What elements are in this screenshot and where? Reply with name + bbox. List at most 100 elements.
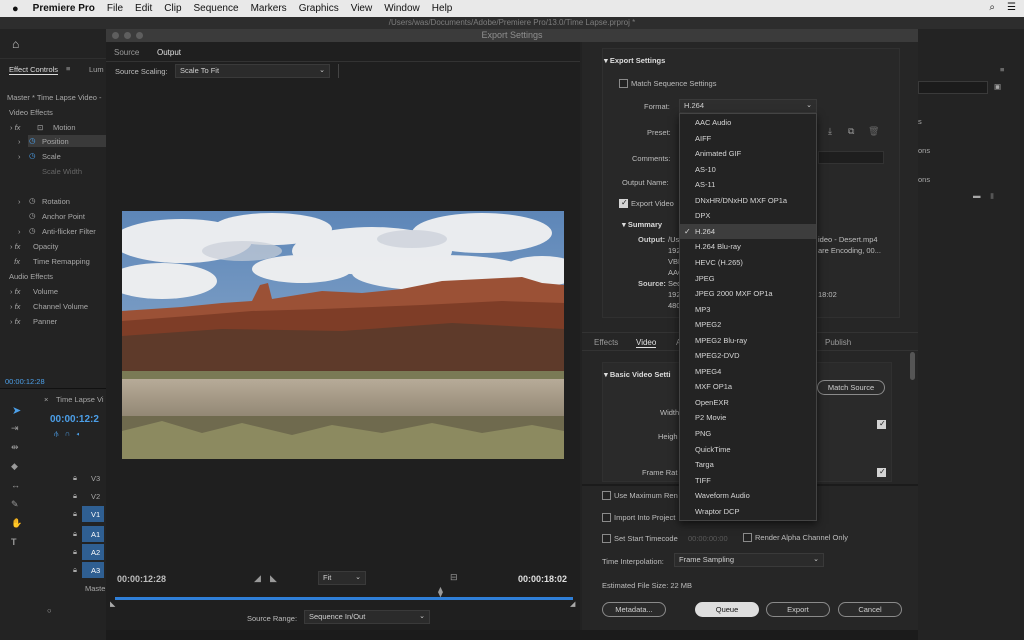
snap-icon[interactable]: ⫛ ∩ ◂ [54, 429, 79, 439]
export-video-checkbox[interactable] [619, 198, 628, 208]
menu-help[interactable]: Help [432, 3, 453, 14]
track-v1[interactable]: V1 [91, 510, 100, 519]
summary-header[interactable]: ▾ Summary [622, 220, 662, 229]
comments-field[interactable] [818, 151, 884, 164]
menu-edit[interactable]: Edit [135, 3, 152, 14]
current-timecode[interactable]: 00:00:12:28 [117, 574, 166, 584]
track-v3[interactable]: V3 [91, 474, 100, 483]
timeline-timecode[interactable]: 00:00:12:2 [50, 414, 99, 425]
format-option[interactable]: Wraptor DCP [680, 504, 816, 520]
scrollbar-thumb[interactable] [910, 352, 915, 380]
zoom-handle-icon[interactable]: ○ [47, 606, 52, 615]
fit-dropdown[interactable]: Fit ⌄ [318, 571, 366, 585]
format-option[interactable]: MPEG4 [680, 364, 816, 380]
format-option[interactable]: MP3 [680, 302, 816, 318]
render-alpha-checkbox[interactable] [743, 533, 752, 542]
format-option[interactable]: MXF OP1a [680, 379, 816, 395]
export-settings-header[interactable]: ▾ Export Settings [604, 56, 665, 65]
list-icon[interactable]: ☰ [1007, 2, 1016, 13]
use-max-render-checkbox[interactable] [602, 491, 611, 500]
export-button[interactable]: Export [766, 602, 830, 617]
panel-menu-icon[interactable]: ≡ [1000, 65, 1004, 74]
cancel-button[interactable]: Cancel [838, 602, 902, 617]
match-source-button[interactable]: Match Source [817, 380, 885, 395]
new-bin-icon[interactable]: ▣ [994, 82, 1001, 91]
format-option[interactable]: JPEG [680, 271, 816, 287]
pen-icon[interactable]: ✎ [11, 499, 19, 510]
track-v2[interactable]: V2 [91, 492, 100, 501]
format-option[interactable]: AIFF [680, 131, 816, 147]
effect-timecode[interactable]: 00:00:12:28 [5, 377, 45, 386]
minimize-window-icon[interactable] [124, 32, 131, 39]
lock-icon[interactable]: 🔒︎ [73, 547, 77, 557]
track-select-icon[interactable]: ⇥ [11, 423, 19, 434]
razor-icon[interactable]: ◆ [11, 461, 18, 472]
track-a3[interactable]: A3 [91, 566, 100, 575]
app-menu[interactable]: Premiere Pro [33, 3, 95, 14]
stopwatch-icon[interactable]: ◷ [29, 151, 36, 160]
expand-chevron-icon[interactable]: › [18, 197, 21, 206]
lock-icon[interactable]: 🔒︎ [73, 491, 77, 501]
close-window-icon[interactable] [112, 32, 119, 39]
format-option[interactable]: TIFF [680, 473, 816, 489]
format-option[interactable]: MPEG2 [680, 317, 816, 333]
tab-effects[interactable]: Effects [594, 338, 618, 347]
menu-view[interactable]: View [351, 3, 373, 14]
search-field[interactable] [918, 81, 988, 94]
stopwatch-icon[interactable]: ◷ [29, 196, 36, 205]
expand-chevron-icon[interactable]: › [18, 137, 21, 146]
format-option[interactable]: AAC Audio [680, 115, 816, 131]
trash-icon[interactable]: ▮ [990, 191, 994, 200]
track-a2[interactable]: A2 [91, 548, 100, 557]
menu-markers[interactable]: Markers [251, 3, 287, 14]
folder-icon[interactable]: ▬ [973, 191, 981, 200]
source-scaling-dropdown[interactable]: Scale To Fit ⌄ [175, 64, 330, 78]
apple-icon[interactable]: ● [12, 3, 19, 15]
search-icon[interactable]: ⌕ [989, 2, 995, 13]
match-sequence-checkbox[interactable] [619, 79, 628, 88]
frame-rate-checkbox[interactable] [877, 467, 886, 477]
tab-output[interactable]: Output [157, 48, 181, 57]
source-range-dropdown[interactable]: Sequence In/Out ⌄ [304, 610, 430, 624]
type-tool-icon[interactable]: T [11, 537, 17, 547]
format-option[interactable]: Targa [680, 457, 816, 473]
import-preset-icon[interactable]: ⧉ [848, 126, 854, 137]
aspect-ratio-icon[interactable]: ⊟ [450, 572, 458, 583]
format-option[interactable]: QuickTime [680, 442, 816, 458]
out-point-marker-icon[interactable]: ◢ [570, 600, 575, 608]
panel-menu-icon[interactable]: ≡ [66, 64, 70, 73]
lock-icon[interactable]: 🔒︎ [73, 565, 77, 575]
ripple-edit-icon[interactable]: ⇹ [11, 442, 19, 453]
format-option[interactable]: OpenEXR [680, 395, 816, 411]
track-master[interactable]: Maste [85, 584, 105, 593]
format-option[interactable]: MPEG2 Blu-ray [680, 333, 816, 349]
metadata-button[interactable]: Metadata... [602, 602, 666, 617]
menu-window[interactable]: Window [384, 3, 420, 14]
timeline-scrubber-bar[interactable] [115, 597, 573, 600]
lock-aspect-checkbox[interactable] [877, 419, 886, 429]
format-option[interactable]: P2 Movie [680, 410, 816, 426]
stopwatch-icon[interactable]: ◷ [29, 136, 36, 145]
import-into-project-checkbox[interactable] [602, 513, 611, 522]
selection-tool-icon[interactable]: ➤ [12, 404, 21, 417]
lock-icon[interactable]: 🔒︎ [73, 509, 77, 519]
track-a1[interactable]: A1 [91, 530, 100, 539]
slip-icon[interactable]: ↔ [11, 480, 20, 490]
hand-icon[interactable]: ✋ [11, 518, 22, 529]
format-option[interactable]: H.264 Blu-ray [680, 239, 816, 255]
lock-icon[interactable]: 🔒︎ [73, 529, 77, 539]
tab-timeline[interactable]: Time Lapse Vi [56, 395, 104, 404]
format-option[interactable]: DPX [680, 208, 816, 224]
stopwatch-icon[interactable]: ◷ [29, 226, 36, 235]
tab-video[interactable]: Video [636, 338, 657, 348]
tab-publish[interactable]: Publish [825, 338, 851, 347]
set-start-timecode-checkbox[interactable] [602, 534, 611, 543]
format-option[interactable]: Waveform Audio [680, 488, 816, 504]
save-preset-icon[interactable]: ⤓ [828, 126, 832, 137]
close-icon[interactable]: × [44, 395, 48, 404]
delete-preset-icon[interactable]: 🗑︎ [868, 126, 879, 137]
format-option[interactable]: AS-11 [680, 177, 816, 193]
format-option[interactable]: AS-10 [680, 162, 816, 178]
format-option[interactable]: MPEG2-DVD [680, 348, 816, 364]
format-dropdown[interactable]: H.264 ⌄ [679, 99, 817, 113]
